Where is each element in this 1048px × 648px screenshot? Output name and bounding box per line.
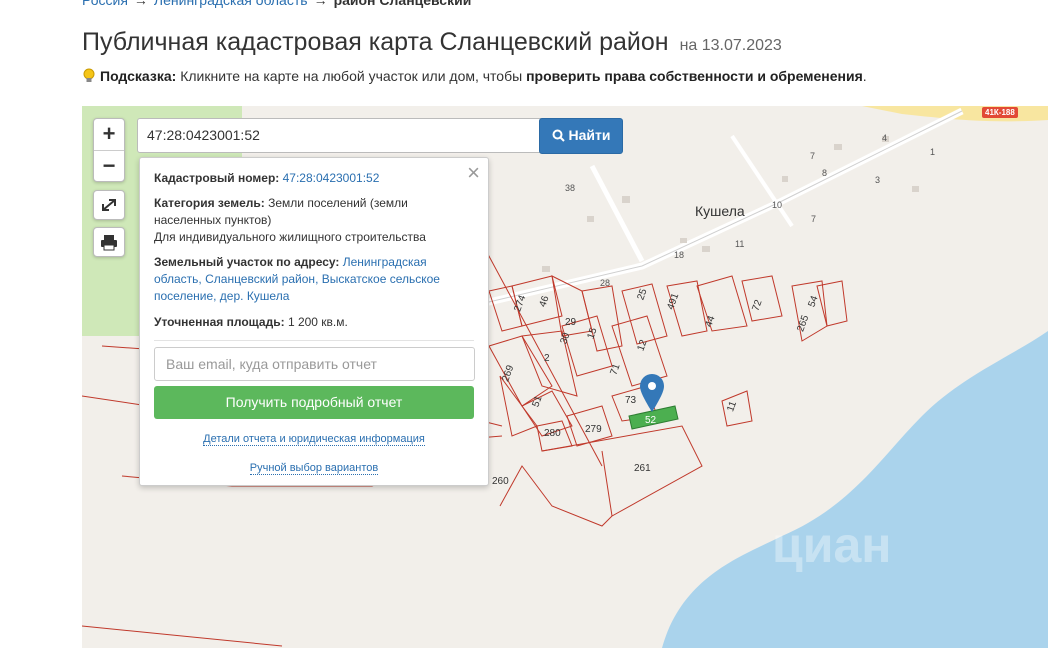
town-label: Кушела <box>695 203 745 219</box>
zoom-out-button[interactable]: − <box>94 150 124 182</box>
fullscreen-button[interactable] <box>93 190 125 220</box>
printer-icon <box>101 235 117 251</box>
map-road <box>589 164 645 263</box>
house-number: 28 <box>600 278 611 288</box>
house-number: 3 <box>875 175 881 185</box>
parcel-number: 260 <box>492 476 509 487</box>
area-label: Уточненная площадь: <box>154 315 285 329</box>
find-button[interactable]: Найти <box>539 118 623 154</box>
divider <box>154 340 474 341</box>
breadcrumb-arrow: → <box>313 0 328 8</box>
house-number: 7 <box>810 151 816 161</box>
page-title-date: на 13.07.2023 <box>679 37 782 54</box>
fullscreen-icon <box>102 199 116 211</box>
lightbulb-icon <box>83 68 95 82</box>
parcel-number: 52 <box>645 415 657 426</box>
cadastral-number-link[interactable]: 47:28:0423001:52 <box>283 171 380 185</box>
report-details-link[interactable]: Детали отчета и юридическая информация <box>140 433 488 446</box>
road-number-badge: 41К-188 <box>982 107 1018 118</box>
land-category-label: Категория земель: <box>154 196 265 210</box>
find-button-label: Найти <box>568 127 611 143</box>
hint-text: Кликните на карте на любой участок или д… <box>180 68 523 84</box>
house-number: 1 <box>930 147 936 157</box>
land-category-row: Категория земель: Земли поселений (земли… <box>154 195 444 246</box>
breadcrumb-arrow: → <box>133 0 148 8</box>
get-report-button[interactable]: Получить подробный отчет <box>154 386 474 419</box>
page-title: Публичная кадастровая карта Сланцевский … <box>82 28 782 57</box>
house-number: 38 <box>565 183 576 193</box>
zoom-control: + − <box>93 118 125 182</box>
manual-selection-link[interactable]: Ручной выбор вариантов <box>140 462 488 475</box>
cadastral-search-input[interactable]: 47:28:0423001:52 <box>137 118 546 153</box>
area-row: Уточненная площадь: 1 200 кв.м. <box>154 314 444 331</box>
house-number: 11 <box>735 239 745 249</box>
breadcrumb: Россия → Ленинградская область → район Сланц… <box>82 0 471 8</box>
hint-bold: проверить права собственности и обремене… <box>526 68 863 84</box>
house-number: 7 <box>811 214 817 224</box>
page-title-text: Публичная кадастровая карта Сланцевский … <box>82 28 669 56</box>
report-details-link-text: Детали отчета и юридическая информация <box>203 433 425 446</box>
breadcrumb-link-region[interactable]: Ленинградская область <box>154 0 308 8</box>
land-use-value: Для индивидуального жилищного строительс… <box>154 230 426 244</box>
house-number: 10 <box>772 200 783 210</box>
parcel-number: 2 <box>544 353 550 364</box>
house-number: 8 <box>822 168 828 178</box>
hint-end: . <box>862 68 867 84</box>
map-lake <box>662 331 1048 648</box>
close-icon[interactable]: × <box>467 162 480 184</box>
parcel-number: 279 <box>585 424 602 435</box>
cadastral-number-label: Кадастровый номер: <box>154 171 280 185</box>
manual-selection-link-text: Ручной выбор вариантов <box>249 462 379 475</box>
location-marker-icon[interactable] <box>640 374 664 412</box>
address-row: Земельный участок по адресу: Ленинградск… <box>154 254 444 305</box>
breadcrumb-link-russia[interactable]: Россия <box>82 0 128 8</box>
area-value: 1 200 кв.м. <box>287 315 348 329</box>
search-icon <box>552 129 565 142</box>
parcel-number: 29 <box>565 317 577 328</box>
cadastral-number-row: Кадастровый номер: 47:28:0423001:52 <box>154 170 444 187</box>
print-button[interactable] <box>93 227 125 257</box>
parcel-number: 73 <box>625 395 637 406</box>
address-label: Земельный участок по адресу: <box>154 255 340 269</box>
hint-label: Подсказка: <box>100 68 177 84</box>
hint: Подсказка: Кликните на карте на любой уч… <box>82 68 867 84</box>
watermark: циан <box>772 517 892 573</box>
zoom-in-button[interactable]: + <box>94 119 124 150</box>
parcel-number: 261 <box>634 463 651 474</box>
house-number: 4 <box>882 133 888 143</box>
cadastral-map[interactable]: 41К-188 Кушела 4 1 7 8 3 10 7 11 18 38 2… <box>82 106 1048 648</box>
parcel-number: 280 <box>544 428 561 439</box>
parcel-info-popup: × Кадастровый номер: 47:28:0423001:52 Ка… <box>139 157 489 486</box>
house-number: 18 <box>674 250 685 260</box>
email-field[interactable]: Ваш email, куда отправить отчет <box>154 347 475 381</box>
breadcrumb-current: район Сланцевский <box>333 0 472 8</box>
